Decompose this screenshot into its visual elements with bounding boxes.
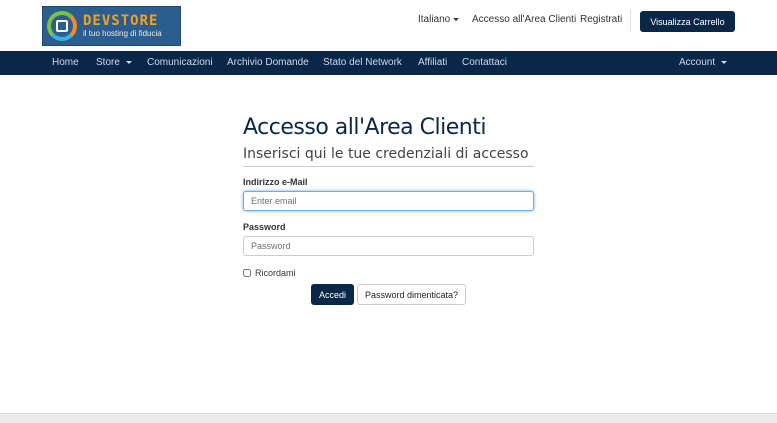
password-field[interactable] (243, 236, 534, 256)
remember-me-label: Ricordami (255, 268, 296, 278)
login-button[interactable]: Accedi (311, 284, 354, 305)
caret-down-icon (125, 60, 132, 64)
email-label: Indirizzo e-Mail (243, 177, 308, 187)
caret-down-icon (453, 17, 460, 21)
title-divider (243, 166, 534, 167)
email-field[interactable] (243, 191, 534, 211)
page-title: Accesso all'Area Clienti (243, 115, 486, 140)
nav-knowledgebase[interactable]: Archivio Domande (227, 57, 309, 68)
nav-store[interactable]: Store (96, 57, 132, 68)
devstore-logo[interactable]: DEVSTORE il tuo hosting di fiducia (42, 6, 181, 46)
view-cart-button[interactable]: Visualizza Carrello (640, 11, 735, 32)
language-selector[interactable]: Italiano (418, 14, 460, 25)
nav-contact[interactable]: Contattaci (462, 57, 507, 68)
main-nav: Home Store Comunicazioni Archivio Domand… (0, 51, 777, 75)
nav-home[interactable]: Home (52, 57, 79, 68)
remember-me-checkbox[interactable] (243, 269, 251, 277)
nav-network-status[interactable]: Stato del Network (323, 57, 402, 68)
page-subtitle: Inserisci qui le tue credenziali di acce… (243, 146, 529, 162)
logo-title: DEVSTORE (83, 12, 159, 29)
register-link[interactable]: Registrati (580, 14, 622, 25)
footer (0, 413, 777, 423)
password-label: Password (243, 222, 286, 232)
header-divider (630, 10, 631, 32)
logo-mark-icon (47, 11, 77, 41)
login-panel: Accesso all'Area Clienti Inserisci qui l… (0, 75, 777, 413)
nav-affiliates[interactable]: Affiliati (418, 57, 447, 68)
remember-me[interactable]: Ricordami (243, 268, 296, 278)
forgot-password-button[interactable]: Password dimenticata? (357, 284, 466, 305)
nav-account[interactable]: Account (679, 57, 728, 68)
caret-down-icon (721, 60, 728, 64)
nav-announcements[interactable]: Comunicazioni (147, 57, 213, 68)
logo-tagline: il tuo hosting di fiducia (83, 28, 162, 38)
top-header: DEVSTORE il tuo hosting di fiducia Itali… (0, 0, 777, 52)
client-area-login-link[interactable]: Accesso all'Area Clienti (472, 14, 576, 25)
